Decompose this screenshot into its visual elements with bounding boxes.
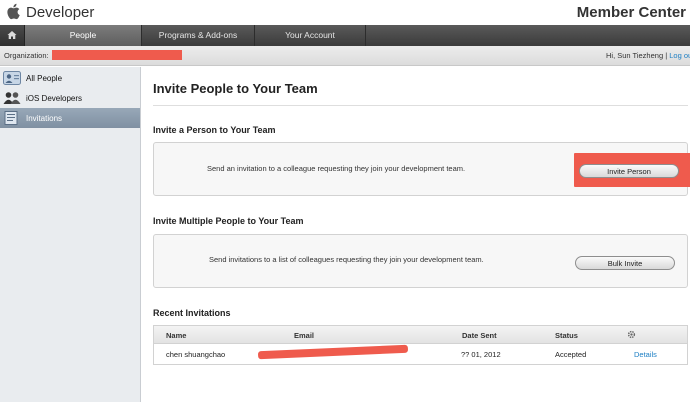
sidebar-item-label: All People — [26, 74, 63, 83]
nav-home[interactable] — [0, 25, 25, 46]
column-date-sent[interactable]: Date Sent — [462, 331, 497, 340]
main-content: Invite People to Your Team Invite a Pers… — [141, 67, 690, 402]
invitation-status: Accepted — [555, 350, 587, 359]
gear-icon[interactable] — [627, 330, 636, 339]
bulk-invite-description: Send invitations to a list of colleagues… — [209, 255, 484, 264]
invite-person-panel: Send an invitation to a colleague reques… — [153, 142, 690, 196]
envelope-icon — [4, 111, 18, 125]
column-name[interactable]: Name — [166, 331, 186, 340]
member-center-title[interactable]: Member Center — [577, 4, 686, 21]
table-header: Name Email Date Sent Status — [154, 326, 687, 344]
bulk-invite-panel: Send invitations to a list of colleagues… — [153, 234, 688, 288]
sidebar-item-ios-developers[interactable]: iOS Developers — [0, 88, 140, 108]
details-link[interactable]: Details — [634, 350, 657, 359]
home-icon — [7, 31, 17, 39]
sidebar-item-invitations[interactable]: Invitations — [0, 108, 140, 128]
divider — [153, 105, 688, 106]
tab-your-account[interactable]: Your Account — [254, 25, 366, 46]
sidebar-item-all-people[interactable]: All People — [0, 68, 140, 88]
email-redaction — [257, 344, 409, 360]
apple-logo-icon[interactable] — [6, 3, 20, 20]
user-greeting: Hi, Sun Tiezheng | Log ou — [606, 51, 690, 60]
section-heading-recent-invitations: Recent Invitations — [153, 308, 231, 318]
column-status[interactable]: Status — [555, 331, 578, 340]
organization-redaction — [52, 50, 182, 60]
main-nav: People Programs & Add-ons Your Account — [0, 25, 690, 46]
organization-bar: Organization: Hi, Sun Tiezheng | Log ou — [0, 46, 690, 66]
top-header: Developer Member Center — [0, 0, 690, 25]
recent-invitations-table: Name Email Date Sent Status chen shuangc… — [153, 325, 688, 365]
invite-person-description: Send an invitation to a colleague reques… — [207, 164, 466, 173]
column-email[interactable]: Email — [294, 331, 314, 340]
brand-title[interactable]: Developer — [26, 4, 94, 21]
invitee-name: chen shuangchao — [166, 350, 226, 359]
date-sent: ?? 01, 2012 — [461, 350, 501, 359]
sidebar: All People iOS Developers Invitations — [0, 67, 141, 402]
greeting-text: Hi, Sun Tiezheng — [606, 51, 664, 60]
page-title: Invite People to Your Team — [153, 81, 318, 96]
section-heading-invite-person: Invite a Person to Your Team — [153, 125, 276, 135]
bulk-invite-button[interactable]: Bulk Invite — [575, 256, 675, 270]
sidebar-item-label: Invitations — [26, 114, 63, 123]
logout-link[interactable]: Log ou — [669, 51, 690, 60]
people-card-icon — [3, 71, 21, 85]
group-icon — [3, 92, 21, 104]
tab-people[interactable]: People — [25, 25, 141, 46]
invite-person-button[interactable]: Invite Person — [579, 164, 679, 178]
sidebar-item-label: iOS Developers — [26, 94, 83, 103]
section-heading-invite-multiple: Invite Multiple People to Your Team — [153, 216, 304, 226]
tab-programs-addons[interactable]: Programs & Add-ons — [141, 25, 254, 46]
organization-label: Organization: — [4, 51, 49, 60]
